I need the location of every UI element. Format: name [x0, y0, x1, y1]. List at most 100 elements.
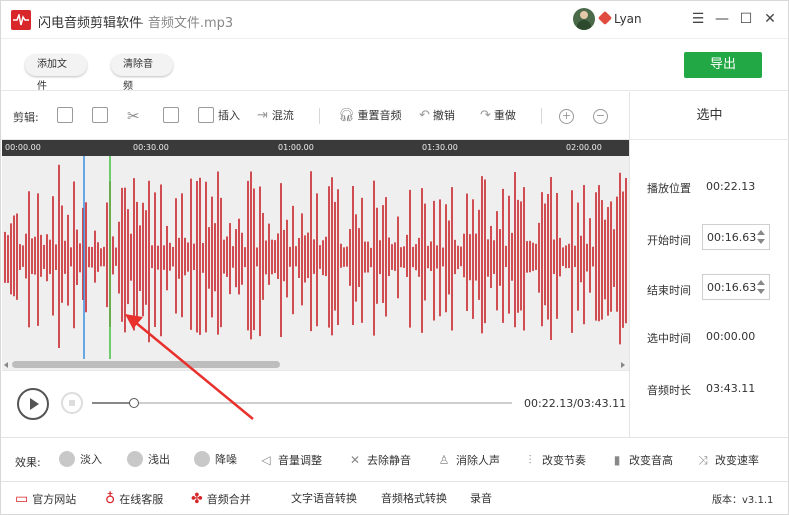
remove-vocals-button[interactable]: ♙ 消除人声 [436, 450, 500, 470]
waveform[interactable] [2, 156, 629, 359]
change-pitch-button[interactable]: ▮ 改变音高 [609, 450, 673, 470]
zoom-in-icon: + [559, 109, 574, 124]
tick-label: 01:00.00 [278, 143, 314, 152]
duration-value: 03:43.11 [706, 382, 756, 395]
record-label: 录音 [470, 492, 492, 505]
mix-icon: ⇥ [257, 108, 268, 123]
scroll-left-icon[interactable] [4, 362, 8, 368]
export-button[interactable]: 导出 [684, 52, 762, 78]
timeline-ruler[interactable]: 00:00.00 00:30.00 01:00.00 01:30.00 02:0… [2, 140, 629, 156]
copy-tool[interactable] [57, 106, 73, 126]
remove-silence-label: 去除静音 [367, 454, 411, 467]
duration-label: 音频时长 [647, 384, 691, 397]
speed-icon: ⤨ [698, 453, 708, 467]
fade-in-button[interactable]: 淡入 [59, 450, 102, 470]
denoise-icon [194, 451, 210, 467]
pitch-icon: ▮ [613, 453, 621, 467]
zoom-out-tool[interactable]: − [593, 106, 608, 126]
end-time-value: 00:16.63 [707, 281, 757, 294]
edit-toolbar: 剪辑: ✂ 插入 ⇥ 混流 🎧︎ 重置音频 ↶ 撤销 ↷ 重做 + − [1, 92, 629, 140]
change-tempo-label: 改变节奏 [542, 454, 586, 467]
fade-out-button[interactable]: 浅出 [127, 450, 170, 470]
reset-audio-label: 重置音频 [357, 109, 402, 122]
add-file-button[interactable]: 添加文件 [25, 54, 87, 92]
undo-icon: ↶ [419, 108, 430, 123]
stop-button[interactable] [61, 392, 83, 414]
denoise-button[interactable]: 降噪 [194, 450, 237, 470]
end-time-field[interactable]: 00:16.63 [702, 274, 770, 300]
file-title: - 音频文件.mp3 [139, 16, 234, 31]
remove-silence-button[interactable]: ✕ 去除静音 [347, 450, 411, 470]
undo-label: 撤销 [432, 109, 455, 122]
decrement-icon[interactable] [757, 239, 765, 244]
volume-label: 音量调整 [278, 454, 322, 467]
redo-tool[interactable]: ↷ 重做 [480, 106, 516, 126]
playback-progress [92, 402, 134, 404]
minimize-button[interactable]: — [712, 9, 732, 29]
denoise-label: 降噪 [215, 453, 237, 466]
playback-knob[interactable] [128, 398, 139, 408]
record-link[interactable]: 录音 [470, 490, 492, 508]
change-tempo-button[interactable]: ⫶ 改变节奏 [522, 450, 586, 470]
insert-tool[interactable]: 插入 [198, 106, 240, 126]
waveform-scrollbar[interactable] [2, 359, 629, 370]
reset-audio-tool[interactable]: 🎧︎ 重置音频 [338, 106, 402, 126]
play-button[interactable] [17, 388, 49, 420]
tempo-icon: ⫶ [528, 453, 532, 467]
close-button[interactable]: ✕ [760, 9, 780, 29]
speaker-icon: ◁ [261, 453, 271, 467]
insert-label: 插入 [218, 109, 240, 122]
mix-tool[interactable]: ⇥ 混流 [257, 106, 294, 126]
copy-icon [57, 107, 73, 123]
scroll-thumb[interactable] [12, 361, 280, 368]
vocals-icon: ♙ [438, 453, 450, 467]
playback-bar: 00:22.13/03:43.11 [2, 370, 629, 437]
merge-link[interactable]: ✤ 音频合并 [191, 490, 251, 508]
fade-out-label: 浅出 [148, 453, 170, 466]
crop-tool[interactable] [163, 106, 179, 126]
change-speed-button[interactable]: ⤨ 改变速率 [695, 450, 759, 470]
insert-icon [198, 107, 214, 123]
mix-label: 混流 [271, 109, 294, 122]
tick-label: 01:30.00 [422, 143, 458, 152]
support-label: 在线客服 [119, 493, 164, 506]
person-icon: ♁ [105, 491, 116, 507]
file-toolbar: 添加文件 清除音频 导出 [1, 39, 788, 92]
convert-link[interactable]: 音频格式转换 [381, 490, 447, 508]
fade-in-icon [59, 451, 75, 467]
website-label: 官方网站 [32, 493, 77, 506]
increment-icon[interactable] [757, 280, 765, 285]
fade-out-icon [127, 451, 143, 467]
decrement-icon[interactable] [757, 289, 765, 294]
scroll-right-icon[interactable] [621, 362, 625, 368]
tick-label: 00:30.00 [133, 143, 169, 152]
zoom-in-tool[interactable]: + [559, 106, 574, 126]
maximize-button[interactable]: ☐ [736, 9, 756, 29]
cut-tool[interactable]: ✂ [127, 106, 140, 126]
volume-button[interactable]: ◁ 音量调整 [258, 450, 322, 470]
remove-vocals-label: 消除人声 [456, 454, 500, 467]
playback-slider[interactable] [92, 398, 512, 408]
undo-tool[interactable]: ↶ 撤销 [419, 106, 455, 126]
clear-audio-button[interactable]: 清除音频 [111, 54, 173, 92]
panel-title: 选中 [630, 92, 789, 140]
merge-label: 音频合并 [206, 493, 251, 506]
start-time-field[interactable]: 00:16.63 [702, 224, 770, 250]
merge-icon: ✤ [191, 491, 203, 507]
tick-label: 00:00.00 [5, 143, 41, 152]
monitor-icon: ▭ [15, 491, 29, 507]
username[interactable]: Lyan [614, 12, 642, 26]
website-link[interactable]: ▭ 官方网站 [15, 490, 76, 508]
support-link[interactable]: ♁ 在线客服 [105, 490, 163, 508]
redo-label: 重做 [493, 109, 516, 122]
start-time-value: 00:16.63 [707, 231, 757, 244]
avatar[interactable] [573, 8, 595, 30]
tts-link[interactable]: 文字语音转换 [291, 490, 357, 508]
play-position-label: 播放位置 [647, 182, 691, 195]
increment-icon[interactable] [757, 230, 765, 235]
menu-icon[interactable]: ☰ [688, 9, 708, 29]
paste-tool[interactable] [92, 106, 108, 126]
app-window: 闪电音频剪辑软件 - 音频文件.mp3 Lyan ☰ — ☐ ✕ 添加文件 清除… [0, 0, 789, 515]
paste-icon [92, 107, 108, 123]
fade-in-label: 淡入 [80, 453, 102, 466]
